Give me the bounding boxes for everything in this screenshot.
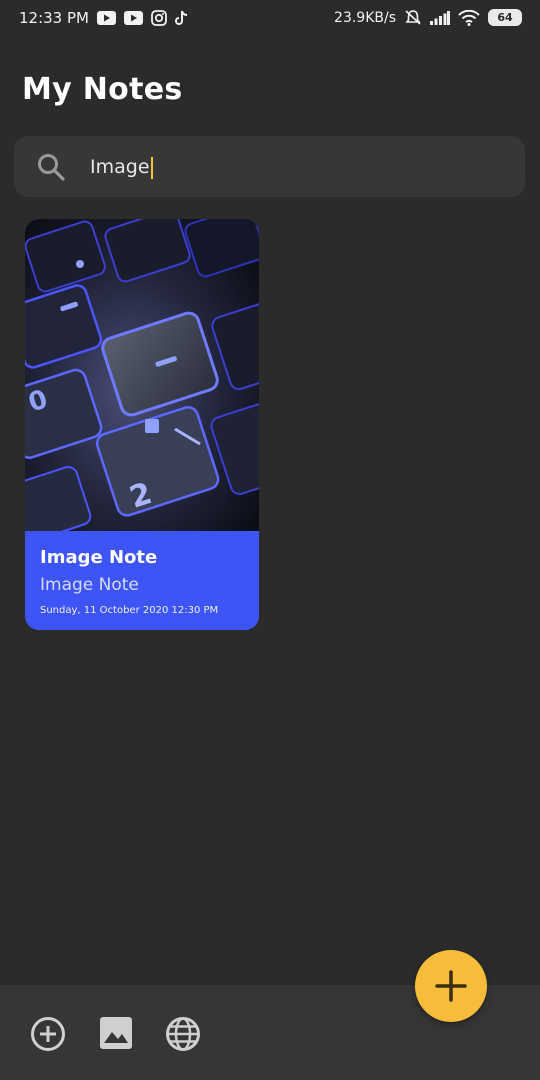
image-icon[interactable] bbox=[99, 1016, 133, 1050]
text-caret bbox=[150, 156, 153, 179]
plus-icon bbox=[435, 970, 467, 1002]
battery-level: 64 bbox=[497, 11, 513, 24]
note-subtitle: Image Note bbox=[40, 575, 139, 595]
wifi-icon bbox=[458, 9, 480, 26]
battery-icon: 64 bbox=[488, 9, 522, 26]
globe-icon[interactable] bbox=[165, 1016, 201, 1052]
status-left: 12:33 PM bbox=[19, 9, 189, 27]
youtube-icon bbox=[123, 11, 143, 25]
instagram-icon bbox=[151, 10, 167, 26]
note-image: 0 2 bbox=[25, 219, 259, 531]
note-card-body: Image Note Image Note Sunday, 11 October… bbox=[25, 531, 259, 630]
search-icon bbox=[38, 154, 65, 181]
status-time: 12:33 PM bbox=[19, 9, 89, 27]
mute-bell-icon bbox=[405, 10, 421, 25]
search-input[interactable]: Image bbox=[90, 154, 490, 180]
note-card[interactable]: 0 2 Image Note Image Note Sunday, 11 Oct… bbox=[25, 219, 259, 630]
search-input-value: Image bbox=[90, 156, 150, 178]
signal-icon bbox=[430, 10, 450, 25]
status-right: 23.9KB/s 64 bbox=[334, 9, 522, 26]
youtube-icon bbox=[96, 11, 116, 25]
add-note-fab[interactable] bbox=[415, 950, 487, 1022]
search-bar[interactable]: Image bbox=[14, 136, 525, 197]
note-title: Image Note bbox=[40, 547, 158, 568]
status-bar: 12:33 PM 23.9KB/s 64 bbox=[0, 0, 540, 38]
add-circle-icon[interactable] bbox=[30, 1016, 66, 1052]
page-title: My Notes bbox=[22, 72, 183, 107]
note-date: Sunday, 11 October 2020 12:30 PM bbox=[40, 605, 219, 616]
tiktok-icon bbox=[175, 10, 188, 25]
net-speed: 23.9KB/s bbox=[334, 9, 396, 26]
